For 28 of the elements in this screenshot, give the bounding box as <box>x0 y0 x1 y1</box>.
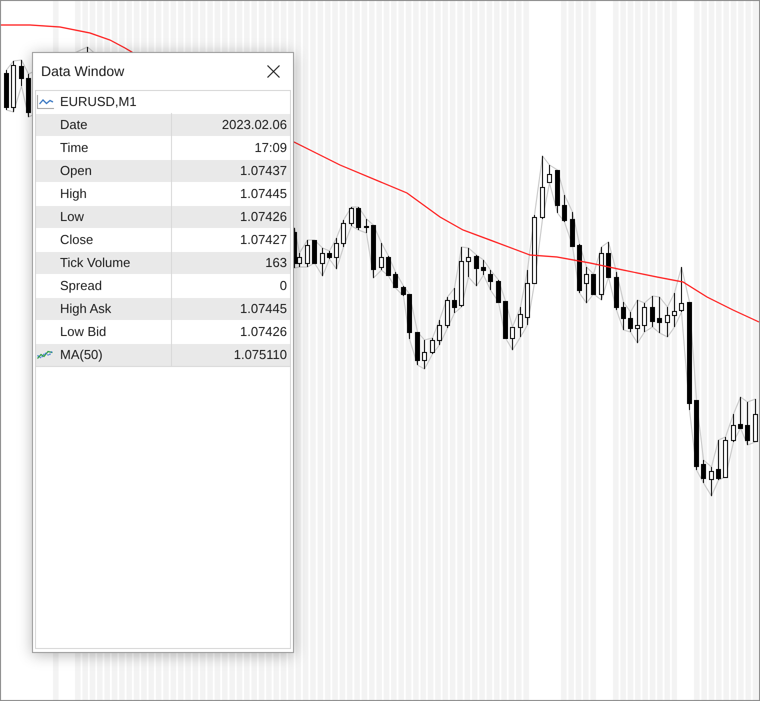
field-value: 1.07445 <box>240 301 287 317</box>
field-label: Time <box>60 140 88 156</box>
close-icon <box>267 65 280 78</box>
field-value: 1.075110 <box>234 347 287 363</box>
field-label: Date <box>60 117 88 133</box>
field-label: Low Bid <box>60 324 106 340</box>
field-value: 1.07445 <box>240 186 287 202</box>
field-label: High Ask <box>60 301 112 317</box>
symbol-label: EURUSD,M1 <box>60 94 137 110</box>
field-label: Spread <box>60 278 102 294</box>
window-title: Data Window <box>41 63 124 80</box>
field-value: 2023.02.06 <box>222 117 287 133</box>
field-value: 1.07426 <box>240 324 287 340</box>
field-value: 1.07426 <box>240 209 287 225</box>
field-label: Tick Volume <box>60 255 130 271</box>
field-value: 1.07427 <box>240 232 287 248</box>
indicator-icon <box>37 350 53 360</box>
field-label: Open <box>60 163 92 179</box>
line-chart-icon <box>37 95 54 109</box>
close-button[interactable] <box>267 65 280 78</box>
field-label: High <box>60 186 87 202</box>
field-value: 0 <box>280 278 287 294</box>
field-label: Low <box>60 209 84 225</box>
field-value: 163 <box>265 255 287 271</box>
field-label: MA(50) <box>60 347 103 363</box>
field-value: 1.07437 <box>240 163 287 179</box>
field-label: Close <box>60 232 94 248</box>
field-value: 17:09 <box>254 140 287 156</box>
